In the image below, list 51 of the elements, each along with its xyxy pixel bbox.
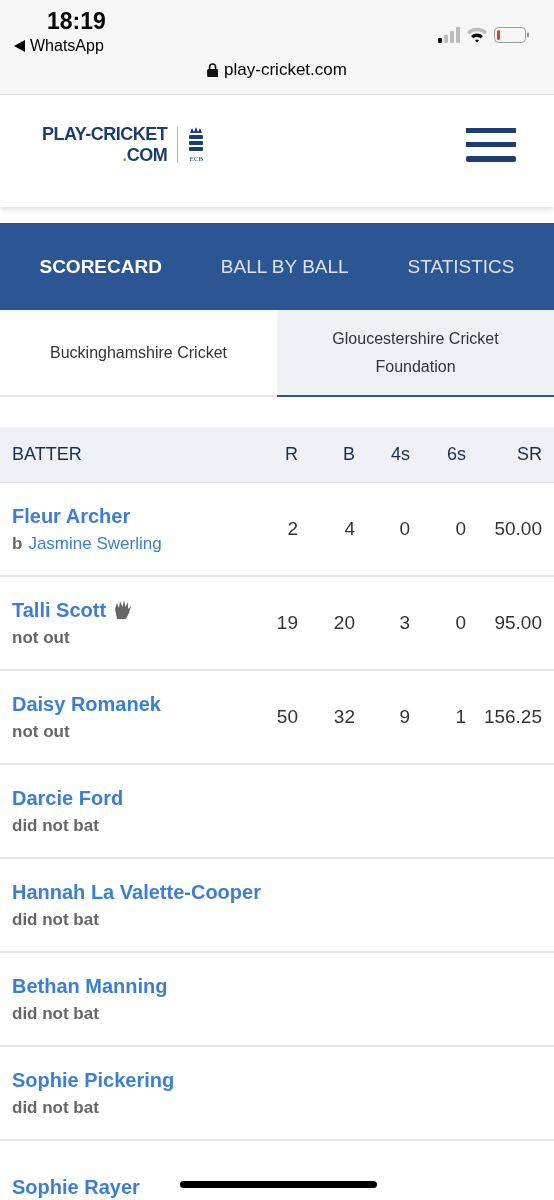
nav-tab[interactable]: BALL BY BALL <box>220 255 349 278</box>
column-header: 6s <box>446 444 466 465</box>
battery-icon <box>494 27 530 43</box>
batter-name[interactable]: Sophie Pickering <box>12 1068 175 1092</box>
batter-name[interactable]: Bethan Manning <box>12 974 168 998</box>
logo-text: PLAY-CRICKET .COM <box>42 124 168 166</box>
batter-name[interactable]: Darcie Ford <box>12 786 124 810</box>
stat-cell-text: 0 <box>454 612 466 634</box>
batter-name[interactable]: Daisy Romanek <box>12 692 161 716</box>
back-link[interactable]: WhatsApp <box>30 37 104 55</box>
batter-name[interactable]: Hannah La Valette-Cooper <box>12 880 261 904</box>
dismissal-text: did not bat <box>12 815 99 836</box>
lock-icon <box>207 63 219 77</box>
nav-tab[interactable]: SCORECARD <box>39 255 162 278</box>
column-header: R <box>284 444 298 465</box>
dismissal-text: did not bat <box>12 1003 99 1024</box>
back-icon[interactable] <box>14 40 25 52</box>
dismissal-text: did not bat <box>12 909 99 930</box>
status-time: 18:19 <box>47 8 106 35</box>
column-header: 4s <box>390 444 410 465</box>
stat-cell-text: 0 <box>398 518 410 540</box>
column-header: BATTER <box>12 444 83 465</box>
column-header: SR <box>516 444 542 465</box>
stat-cell-text: 2 <box>286 518 298 540</box>
stat-cell-text: 3 <box>398 612 410 634</box>
stat-cell-text: 0 <box>454 518 466 540</box>
stat-cell-text: 50.00 <box>493 518 542 540</box>
stat-cell-text: 4 <box>343 518 355 540</box>
stat-cell-text: 20 <box>332 612 355 634</box>
dismissal-text: not out <box>12 627 70 648</box>
stat-cell-text: 95.00 <box>493 612 542 634</box>
stat-cell-text: 32 <box>332 706 355 728</box>
column-header: B <box>342 444 355 465</box>
bowler-link[interactable]: Jasmine Swerling <box>28 533 162 554</box>
signal-icon <box>438 27 460 43</box>
stat-cell-text: 1 <box>454 706 466 728</box>
batter-name[interactable]: Fleur Archer <box>12 504 131 528</box>
stat-cell-text: 19 <box>275 612 298 634</box>
dismissal-text: not out <box>12 721 70 742</box>
stat-cell-text: 50 <box>275 706 298 728</box>
stat-cell-text: 156.25 <box>482 706 542 728</box>
team-tab[interactable]: Gloucestershire Cricket Foundation <box>277 310 554 397</box>
wifi-icon <box>466 27 488 43</box>
menu-icon[interactable] <box>466 128 516 162</box>
batter-name[interactable]: Sophie Rayer <box>12 1175 140 1199</box>
stat-cell-text: 9 <box>398 706 410 728</box>
batter-name[interactable]: Talli Scott <box>12 598 107 622</box>
nav-tab[interactable]: STATISTICS <box>407 255 515 278</box>
address-bar[interactable]: play-cricket.com <box>207 60 347 80</box>
dismissal-text: b <box>12 533 23 554</box>
dismissal-text: did not bat <box>12 1097 99 1118</box>
